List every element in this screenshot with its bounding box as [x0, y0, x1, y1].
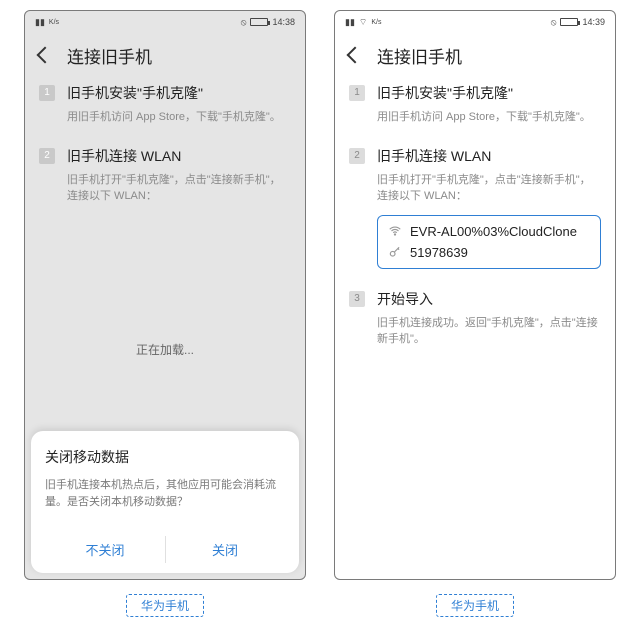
step-title: 旧手机连接 WLAN [67, 146, 291, 166]
step-1: 1 旧手机安装"手机克隆" 用旧手机访问 App Store，下载"手机克隆"。 [39, 83, 291, 126]
nav-header: 连接旧手机 [335, 33, 615, 77]
nav-header: 连接旧手机 [25, 33, 305, 77]
phone-right: ▮▮ ⌔ K/s ⦸ 14:39 连接旧手机 1 旧手机安装"手机克隆" 用旧手… [334, 10, 616, 580]
step-description: 用旧手机访问 App Store，下载"手机克隆"。 [377, 109, 601, 126]
battery-icon [250, 18, 268, 26]
step-2: 2 旧手机连接 WLAN 旧手机打开"手机克隆"，点击"连接新手机"，连接以下 … [39, 146, 291, 205]
page-title: 连接旧手机 [67, 43, 152, 68]
steps-list: 1 旧手机安装"手机克隆" 用旧手机访问 App Store，下载"手机克隆"。… [335, 77, 615, 368]
page-title: 连接旧手机 [377, 43, 462, 68]
step-description: 旧手机打开"手机克隆"，点击"连接新手机"，连接以下 WLAN： [377, 172, 601, 205]
step-number-badge: 1 [39, 85, 55, 101]
back-arrow-icon[interactable] [37, 47, 54, 64]
step-number-badge: 2 [39, 148, 55, 164]
status-time: 14:39 [582, 17, 605, 27]
step-3: 3 开始导入 旧手机连接成功。返回"手机克隆"，点击"连接新手机"。 [349, 289, 601, 348]
phone-left: ▮▮ K/s ⦸ 14:38 连接旧手机 1 旧手机安装"手机克隆" 用旧手机访… [24, 10, 306, 580]
status-bar: ▮▮ ⌔ K/s ⦸ 14:39 [335, 11, 615, 33]
captions-row: 华为手机 华为手机 [24, 594, 616, 617]
net-speed: K/s [49, 19, 59, 26]
step-title: 旧手机连接 WLAN [377, 146, 601, 166]
caption-right: 华为手机 [436, 594, 514, 617]
loading-indicator: 正在加载... [25, 341, 305, 358]
step-title: 开始导入 [377, 289, 601, 309]
step-title: 旧手机安装"手机克隆" [67, 83, 291, 103]
steps-list: 1 旧手机安装"手机克隆" 用旧手机访问 App Store，下载"手机克隆"。… [25, 77, 305, 225]
mute-icon: ⦸ [241, 17, 247, 28]
step-title: 旧手机安装"手机克隆" [377, 83, 601, 103]
caption-left: 华为手机 [126, 594, 204, 617]
step-2: 2 旧手机连接 WLAN 旧手机打开"手机克隆"，点击"连接新手机"，连接以下 … [349, 146, 601, 269]
signal-icon: ▮▮ [35, 17, 45, 28]
step-description: 旧手机打开"手机克隆"，点击"连接新手机"，连接以下 WLAN： [67, 172, 291, 205]
step-number-badge: 3 [349, 291, 365, 307]
signal-icon: ▮▮ [345, 17, 355, 28]
status-time: 14:38 [272, 17, 295, 27]
step-number-badge: 2 [349, 148, 365, 164]
wifi-password-row: 51978639 [388, 245, 590, 260]
mute-icon: ⦸ [551, 17, 557, 28]
wifi-icon [388, 224, 402, 238]
net-speed: K/s [371, 19, 381, 26]
step-description: 用旧手机访问 App Store，下载"手机克隆"。 [67, 109, 291, 126]
key-icon [388, 245, 402, 259]
dialog-body: 旧手机连接本机热点后，其他应用可能会消耗流量。是否关闭本机移动数据？ [45, 477, 285, 512]
step-description: 旧手机连接成功。返回"手机克隆"，点击"连接新手机"。 [377, 315, 601, 348]
mobile-data-dialog: 关闭移动数据 旧手机连接本机热点后，其他应用可能会消耗流量。是否关闭本机移动数据… [31, 431, 299, 573]
step-1: 1 旧手机安装"手机克隆" 用旧手机访问 App Store，下载"手机克隆"。 [349, 83, 601, 126]
dialog-actions: 不关闭 关闭 [45, 526, 285, 573]
wifi-ssid-row: EVR-AL00%03%CloudClone [388, 224, 590, 239]
status-bar: ▮▮ K/s ⦸ 14:38 [25, 11, 305, 33]
back-arrow-icon[interactable] [347, 47, 364, 64]
wifi-credentials-box: EVR-AL00%03%CloudClone 51978639 [377, 215, 601, 269]
phones-row: ▮▮ K/s ⦸ 14:38 连接旧手机 1 旧手机安装"手机克隆" 用旧手机访… [24, 10, 616, 580]
dialog-cancel-button[interactable]: 不关闭 [45, 526, 165, 573]
dialog-title: 关闭移动数据 [45, 447, 285, 467]
wifi-small-icon: ⌔ [359, 17, 367, 28]
battery-icon [560, 18, 578, 26]
step-number-badge: 1 [349, 85, 365, 101]
wifi-password: 51978639 [410, 245, 468, 260]
wifi-ssid: EVR-AL00%03%CloudClone [410, 224, 577, 239]
dialog-confirm-button[interactable]: 关闭 [165, 526, 285, 573]
